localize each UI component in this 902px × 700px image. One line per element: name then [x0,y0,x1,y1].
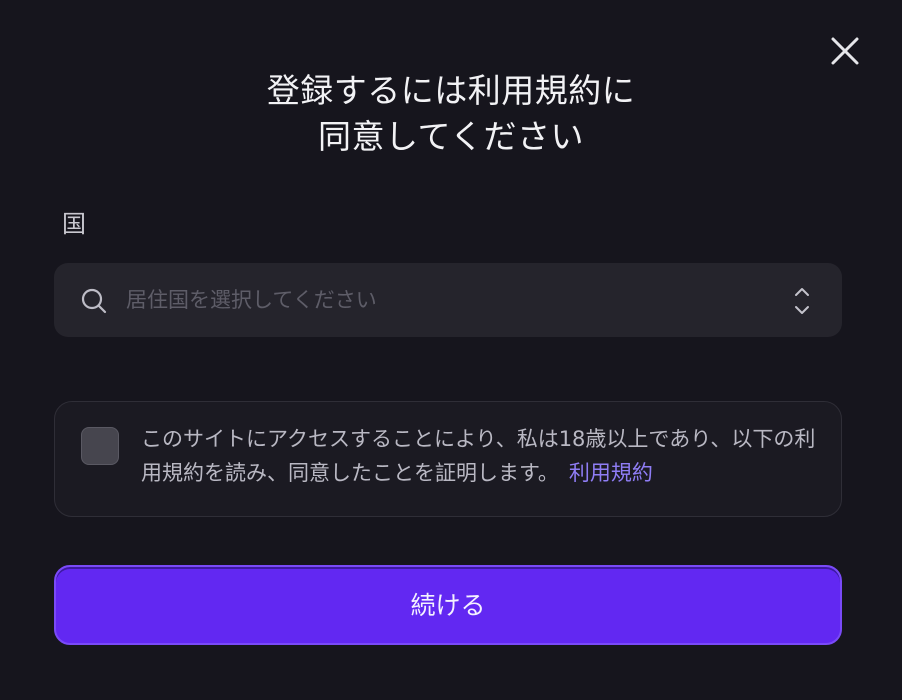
terms-consent-text: このサイトにアクセスすることにより、私は18歳以上であり、以下の利用規約を読み、… [141,422,831,490]
age-terms-checkbox[interactable] [81,427,119,465]
country-search-input[interactable] [126,263,766,337]
dialog-title-line-2: 同意してください [317,117,585,156]
terms-statement: このサイトにアクセスすることにより、私は18歳以上であり、以下の利用規約を読み、… [141,427,816,485]
continue-button[interactable]: 続ける [54,565,842,645]
close-icon [831,37,859,65]
terms-of-service-link[interactable]: 利用規約 [569,461,653,485]
country-label: 国 [62,210,86,238]
search-icon [81,288,107,314]
dialog-title: 登録するには利用規約に 同意してください [0,68,902,160]
terms-consent-box: このサイトにアクセスすることにより、私は18歳以上であり、以下の利用規約を読み、… [54,401,842,517]
country-select[interactable] [54,263,842,337]
dialog-title-line-1: 登録するには利用規約に [266,71,636,110]
close-button[interactable] [828,34,862,68]
terms-dialog: 登録するには利用規約に 同意してください 国 このサイトにアクセスすることにより… [0,0,902,700]
chevron-up-down-icon [795,288,809,314]
